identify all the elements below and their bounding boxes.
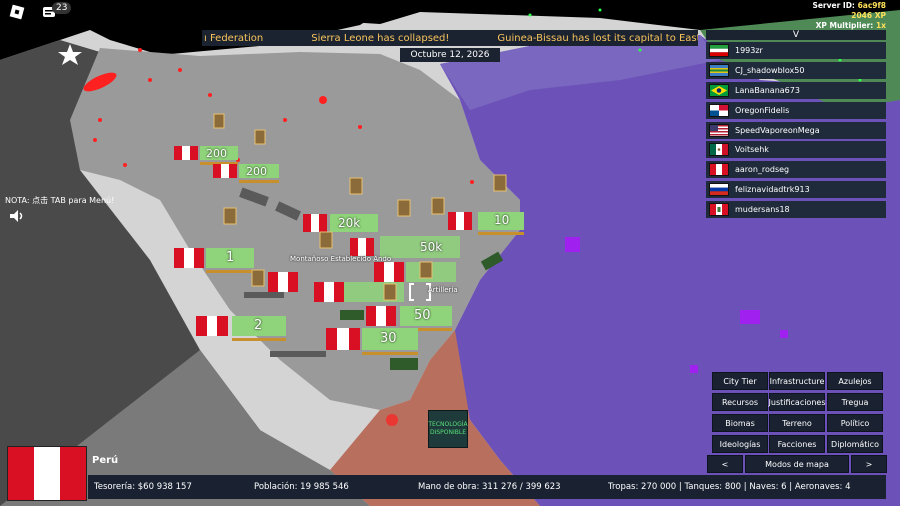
player-list: V 1993zr CJ_shadowblox50 LanaBanana673 O… [706,30,886,221]
server-id-label: Server ID: [812,1,855,10]
player-name: 1993zr [735,46,763,55]
treasury-stat: Tesorería: $60 938 157 [94,482,192,492]
player-name: feliznavidadtrk913 [735,185,810,195]
player-name: mudersans18 [735,205,790,215]
player-name: Voitsehk [735,145,769,155]
player-row[interactable]: Voitsehk [706,141,886,159]
truce-button[interactable]: Tregua [827,393,883,411]
peru-flag-icon[interactable] [7,446,87,501]
population-stat: Población: 19 985 546 [254,482,349,492]
usa-flag-icon [709,123,729,137]
forces-stat: Tropas: 270 000 | Tanques: 800 | Naves: … [608,482,851,492]
political-button[interactable]: Político [827,414,883,432]
unit-count: 200 [246,165,267,178]
tiles-button[interactable]: Azulejos [827,372,883,390]
ticker-item: Sierra Leone has collapsed! [311,32,450,44]
unit-count: 50k [420,240,443,254]
east-african-federation-flag-icon [709,63,729,77]
russia-flag-icon [709,183,729,197]
player-list-header[interactable]: V [706,30,886,40]
biomes-button[interactable]: Biomas [712,414,768,432]
player-row[interactable]: aaron_rodseg [706,161,886,179]
ideologies-button[interactable]: Ideologías [712,435,768,453]
factions-button[interactable]: Facciones [769,435,825,453]
tech-available-button[interactable]: TECNOLOGÍA DISPONIBLE [428,410,468,448]
notification-badge: 23 [52,2,72,14]
resources-button[interactable]: Recursos [712,393,768,411]
xp-amount: 2046 XP [851,11,886,20]
unit-count: 200 [206,147,227,160]
next-map-mode-button[interactable]: > [851,455,887,473]
server-id-value: 6ac9f8 [857,1,886,10]
prev-map-mode-button[interactable]: < [707,455,743,473]
xp-multiplier-label: XP Multiplier: [815,21,874,30]
unit-count: 20k [338,216,361,230]
map-label: Montañoso Establecido Ando [290,255,392,263]
unit-count: 2 [254,318,263,333]
iran-flag-icon [709,44,729,57]
news-ticker: ı Federation Sierra Leone has collapsed!… [202,30,698,46]
peru-flag-icon [709,163,729,177]
unit-count: 1 [226,250,235,265]
ticker-item: Guinea-Bissau has lost its capital to Ea… [497,32,698,44]
player-name: LanaBanana673 [735,85,800,95]
server-info: Server ID: 6ac9f8 2046 XP XP Multiplier:… [812,1,886,31]
unit-count: 50 [414,308,431,323]
mexico-flag-icon [709,143,729,157]
player-row[interactable]: feliznavidadtrk913 [706,181,886,199]
map-label: Artillería [428,286,458,294]
roblox-menu-icon[interactable] [8,3,26,21]
player-name: aaron_rodseg [735,165,790,175]
brazil-flag-icon [709,83,729,97]
xp-multiplier-value: 1x [875,21,886,30]
player-row[interactable]: SpeedVaporeonMega [706,121,886,139]
terrain-button[interactable]: Terreno [769,414,825,432]
player-row[interactable]: 1993zr [706,42,886,59]
player-row[interactable]: LanaBanana673 [706,81,886,99]
game-date: Octubre 12, 2026 [400,48,500,62]
peru-arms-flag-icon [709,203,729,217]
unit-count: 10 [494,213,510,227]
unit-count: 30 [380,331,397,346]
diplomatic-button[interactable]: Diplomático [827,435,883,453]
player-name: CJ_shadowblox50 [735,65,805,75]
stats-bar: Tesorería: $60 938 157 Población: 19 985… [88,475,886,499]
justifications-button[interactable]: Justificaciones [769,393,826,411]
ticker-item: ı Federation [204,32,264,44]
player-row[interactable]: CJ_shadowblox50 [706,61,886,79]
city-tier-button[interactable]: City Tier [712,372,768,390]
manpower-stat: Mano de obra: 311 276 / 399 623 [418,482,561,492]
chat-hint: NOTA: 点击 TAB para Menú! [5,196,115,205]
speaker-icon[interactable] [8,208,24,228]
player-row[interactable]: OregonFidelis [706,101,886,119]
map-modes-button[interactable]: Modos de mapa [745,455,849,473]
player-name: SpeedVaporeonMega [735,125,820,135]
country-name: Perú [92,455,119,466]
player-row[interactable]: mudersans18 [706,201,886,219]
panama-flag-icon [709,103,729,117]
infrastructure-button[interactable]: Infrastructure [769,372,825,390]
player-name: OregonFidelis [735,105,790,115]
